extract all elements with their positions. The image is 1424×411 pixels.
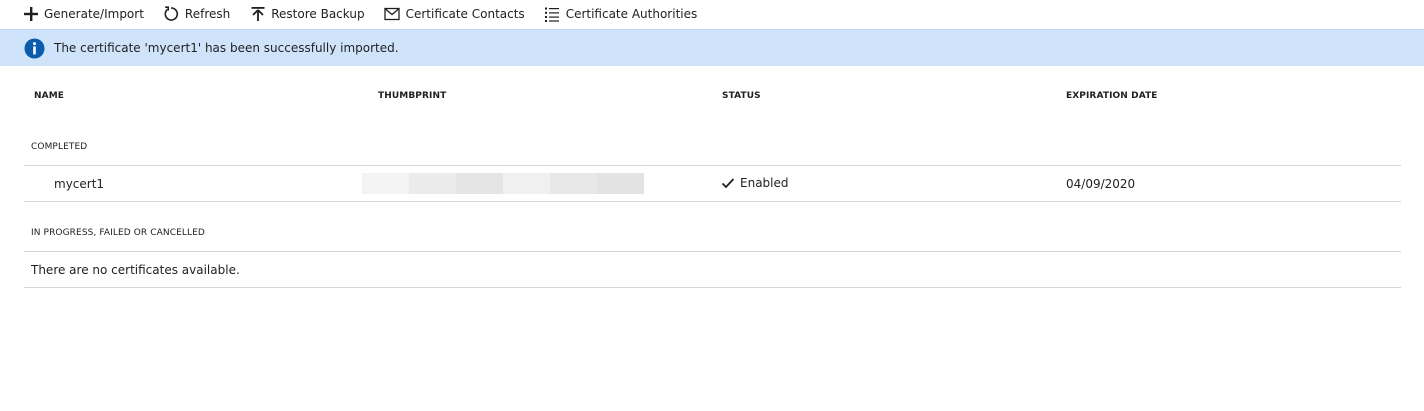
cert-name[interactable]: mycert1 (54, 177, 104, 191)
upload-icon (249, 6, 266, 23)
expiration-date: 04/09/2020 (1066, 177, 1136, 191)
thumbprint-redacted (362, 173, 644, 194)
column-header-status[interactable]: STATUS (722, 91, 761, 101)
status-text: Enabled (740, 176, 789, 190)
certificate-authorities-button[interactable]: Certificate Authorities (544, 0, 698, 28)
info-icon (24, 38, 45, 59)
certificate-authorities-label: Certificate Authorities (565, 7, 698, 21)
empty-state-message: There are no certificates available. (31, 263, 240, 277)
notification-message: The certificate 'mycert1' has been succe… (54, 41, 399, 55)
plus-icon (22, 6, 39, 23)
refresh-button[interactable]: Refresh (163, 0, 230, 28)
list-icon (544, 6, 561, 23)
divider (24, 165, 1401, 166)
column-header-thumbprint[interactable]: THUMBPRINT (378, 91, 446, 101)
divider (24, 251, 1401, 252)
restore-backup-button[interactable]: Restore Backup (249, 0, 365, 28)
checkmark-icon (721, 176, 735, 190)
generate-import-label: Generate/Import (44, 7, 144, 21)
generate-import-button[interactable]: Generate/Import (22, 0, 144, 28)
refresh-icon (163, 6, 180, 23)
certificate-contacts-label: Certificate Contacts (405, 7, 525, 21)
certificate-contacts-button[interactable]: Certificate Contacts (384, 0, 525, 28)
restore-backup-label: Restore Backup (271, 7, 365, 21)
divider (24, 201, 1401, 202)
group-label-in-progress: IN PROGRESS, FAILED OR CANCELLED (31, 228, 205, 238)
status-cell: Enabled (721, 176, 789, 190)
mail-icon (384, 6, 401, 23)
divider (24, 287, 1401, 288)
column-header-name[interactable]: NAME (34, 91, 64, 101)
success-notification-banner: The certificate 'mycert1' has been succe… (0, 29, 1424, 66)
command-bar: Generate/Import Refresh Restore Backup C… (0, 0, 1424, 28)
column-header-expiration-date[interactable]: EXPIRATION DATE (1066, 91, 1158, 101)
group-label-completed: COMPLETED (31, 142, 88, 152)
refresh-label: Refresh (184, 7, 231, 21)
